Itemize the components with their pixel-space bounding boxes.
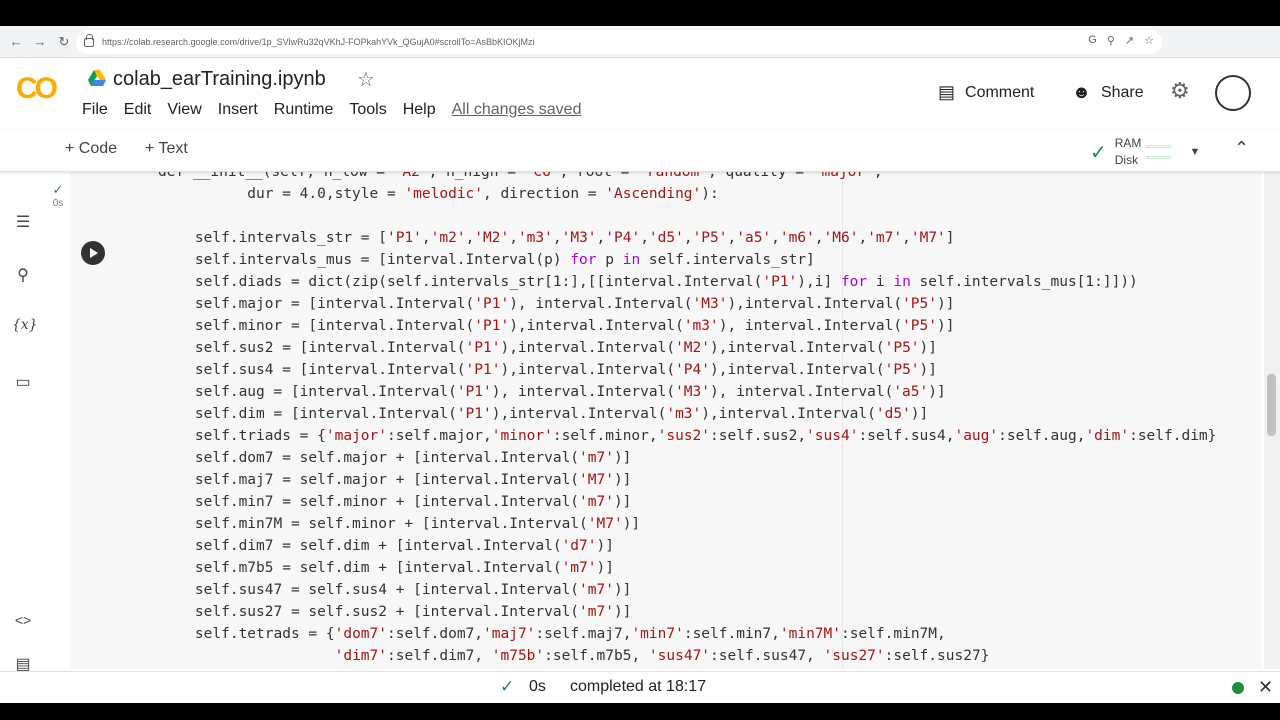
code-line: self.minor = [interval.Interval('P1'),in… <box>160 318 955 334</box>
code-snippets-icon[interactable]: <> <box>12 612 34 628</box>
resource-monitor[interactable]: ✓ RAM Disk ▼ <box>1090 135 1200 169</box>
search-icon[interactable]: ⚲ <box>12 265 34 285</box>
code-line: self.sus27 = self.sus2 + [interval.Inter… <box>160 604 632 620</box>
variables-icon[interactable]: {x} <box>12 317 38 333</box>
left-sidebar: ☰ ⚲ {x} ▭ <> ▤ ▩ <box>0 172 46 714</box>
gear-icon[interactable]: ⚙ <box>1170 78 1190 104</box>
exec-duration: 0s <box>529 678 546 695</box>
zoom-icon[interactable]: ⚲ <box>1107 34 1115 47</box>
menu-edit[interactable]: Edit <box>124 101 152 119</box>
add-code-button[interactable]: + Code <box>65 140 117 158</box>
code-cell[interactable]: def __init__(self, n_low = 'A2', n_high … <box>70 172 1262 669</box>
people-icon: ☻ <box>1072 82 1091 102</box>
reload-icon[interactable]: ↻ <box>52 34 76 50</box>
code-line: self.sus4 = [interval.Interval('P1'),int… <box>160 362 937 378</box>
menu-insert[interactable]: Insert <box>218 101 258 119</box>
comment-label: Comment <box>965 83 1035 101</box>
code-line: self.intervals_mus = [interval.Interval(… <box>160 252 815 268</box>
ram-bar <box>1147 145 1172 148</box>
code-line: self.dim = [interval.Interval('P1'),inte… <box>160 406 929 422</box>
folder-icon[interactable]: ▭ <box>12 372 34 392</box>
status-bar: ✓ 0s completed at 18:17 ✕ <box>0 671 1280 703</box>
notebook-header: CO colab_earTraining.ipynb ☆ File Edit V… <box>0 58 1280 130</box>
code-line: 'dim7':self.dim7, 'm75b':self.m7b5, 'sus… <box>334 648 990 664</box>
lock-icon <box>84 33 94 47</box>
google-icon[interactable]: G <box>1088 34 1097 47</box>
code-line: self.maj7 = self.major + [interval.Inter… <box>160 472 632 488</box>
check-icon: ✓ <box>52 182 64 197</box>
browser-toolbar: ← → ↻ https://colab.research.google.com/… <box>0 26 1280 74</box>
url-text: https://colab.research.google.com/drive/… <box>102 37 535 47</box>
notebook-title[interactable]: colab_earTraining.ipynb <box>113 68 326 91</box>
code-line: self.sus2 = [interval.Interval('P1'),int… <box>160 340 937 356</box>
star-icon[interactable]: ☆ <box>357 67 375 92</box>
menu-runtime[interactable]: Runtime <box>274 101 334 119</box>
code-line: self.intervals_str = ['P1','m2','M2','m3… <box>160 230 955 246</box>
share-page-icon[interactable]: ↗ <box>1125 34 1134 47</box>
share-label: Share <box>1100 83 1144 101</box>
code-line: self.major = [interval.Interval('P1'), i… <box>160 296 955 312</box>
code-line: self.sus47 = self.sus4 + [interval.Inter… <box>160 582 632 598</box>
comment-icon: ▤ <box>938 82 956 102</box>
comment-button[interactable]: ▤ Comment <box>938 82 1034 103</box>
close-icon[interactable]: ✕ <box>1258 677 1273 698</box>
bookmark-star-icon[interactable]: ☆ <box>1144 34 1154 47</box>
screen-bottom-border <box>0 703 1280 720</box>
google-drive-icon <box>88 70 106 86</box>
menu-bar: File Edit View Insert Runtime Tools Help… <box>82 101 597 119</box>
code-line: self.m7b5 = self.dim + [interval.Interva… <box>160 560 614 576</box>
share-button[interactable]: ☻ Share <box>1072 82 1144 103</box>
menu-tools[interactable]: Tools <box>349 101 386 119</box>
colab-logo[interactable]: CO <box>16 72 58 106</box>
cell-status: ✓ 0s <box>46 182 70 209</box>
code-line: self.min7M = self.minor + [interval.Inte… <box>160 516 641 532</box>
check-icon: ✓ <box>1090 141 1107 164</box>
completed-time: completed at 18:17 <box>570 678 707 695</box>
dropdown-icon[interactable]: ▼ <box>1189 146 1200 158</box>
connection-dot <box>1232 682 1244 694</box>
back-icon[interactable]: ← <box>4 34 28 49</box>
ram-label: RAM <box>1114 136 1142 150</box>
scrollbar-thumb[interactable] <box>1267 374 1276 436</box>
cell-exec-time: 0s <box>52 198 64 209</box>
collapse-icon[interactable]: ⌃ <box>1234 138 1249 159</box>
code-line: def __init__(self, n_low = 'A2', n_high … <box>158 172 883 180</box>
save-status[interactable]: All changes saved <box>452 101 582 119</box>
disk-label: Disk <box>1114 153 1139 167</box>
add-text-button[interactable]: + Text <box>145 140 188 158</box>
code-line: self.dim7 = self.dim + [interval.Interva… <box>160 538 614 554</box>
code-line: self.tetrads = {'dom7':self.dom7,'maj7':… <box>160 626 946 642</box>
avatar[interactable] <box>1215 75 1251 111</box>
address-bar[interactable]: https://colab.research.google.com/drive/… <box>76 30 1162 54</box>
screen-top-border <box>0 0 1280 26</box>
scrollbar[interactable] <box>1264 172 1280 669</box>
menu-file[interactable]: File <box>82 101 108 119</box>
disk-bar <box>1147 156 1172 159</box>
menu-help[interactable]: Help <box>403 101 436 119</box>
forward-icon[interactable]: → <box>28 34 52 49</box>
code-line: self.diads = dict(zip(self.intervals_str… <box>160 274 1138 290</box>
notebook-toolbar: + Code + Text ✓ RAM Disk ▼ ⌃ <box>0 130 1280 172</box>
colab-app: CO colab_earTraining.ipynb ☆ File Edit V… <box>0 58 1280 714</box>
check-icon: ✓ <box>500 677 515 696</box>
run-cell-button[interactable] <box>81 241 105 265</box>
code-line: self.triads = {'major':self.major,'minor… <box>160 428 1217 444</box>
code-line: self.min7 = self.minor + [interval.Inter… <box>160 494 632 510</box>
code-line: self.dom7 = self.major + [interval.Inter… <box>160 450 632 466</box>
toc-icon[interactable]: ☰ <box>12 212 34 232</box>
menu-view[interactable]: View <box>167 101 201 119</box>
code-line: dur = 4.0,style = 'melodic', direction =… <box>160 186 719 202</box>
code-line: self.aug = [interval.Interval('P1'), int… <box>160 384 946 400</box>
